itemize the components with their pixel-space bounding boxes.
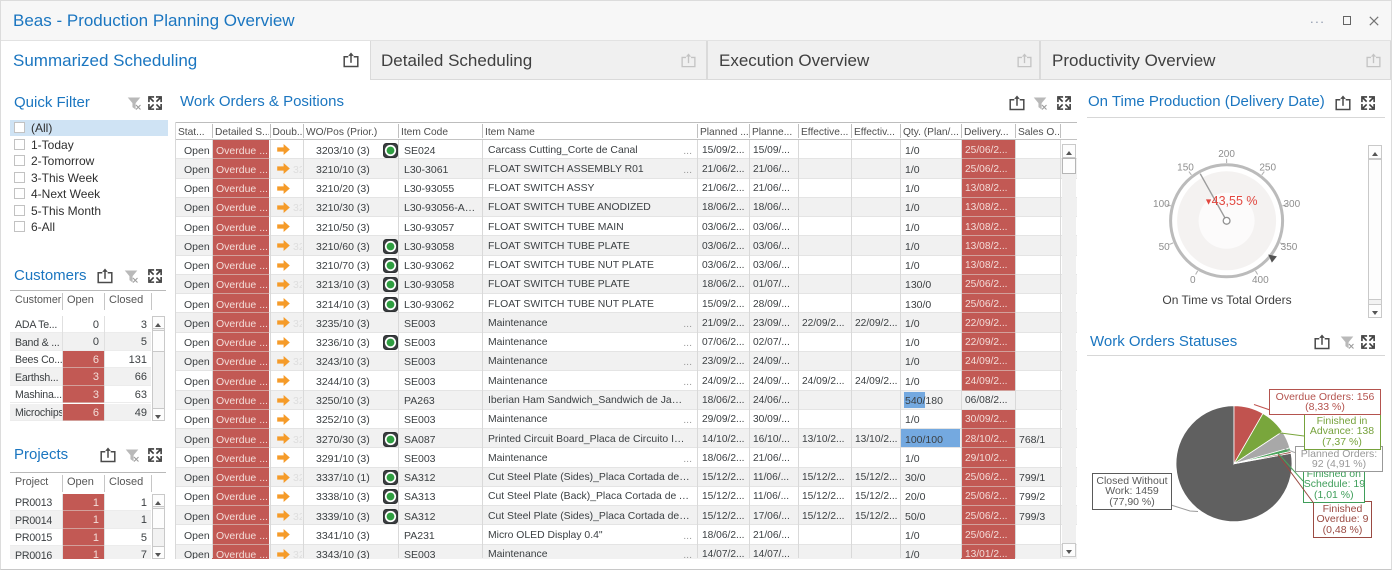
svg-text:250: 250 — [1259, 163, 1276, 174]
svg-text:300: 300 — [1283, 199, 1300, 210]
svg-text:43,55 %: 43,55 % — [1212, 194, 1258, 208]
svg-text:350: 350 — [1281, 242, 1298, 253]
svg-text:400: 400 — [1252, 275, 1269, 286]
svg-text:100: 100 — [1153, 199, 1170, 210]
svg-text:50: 50 — [1159, 242, 1171, 253]
svg-text:0: 0 — [1190, 275, 1196, 286]
svg-text:200: 200 — [1218, 149, 1235, 160]
svg-text:150: 150 — [1177, 163, 1194, 174]
